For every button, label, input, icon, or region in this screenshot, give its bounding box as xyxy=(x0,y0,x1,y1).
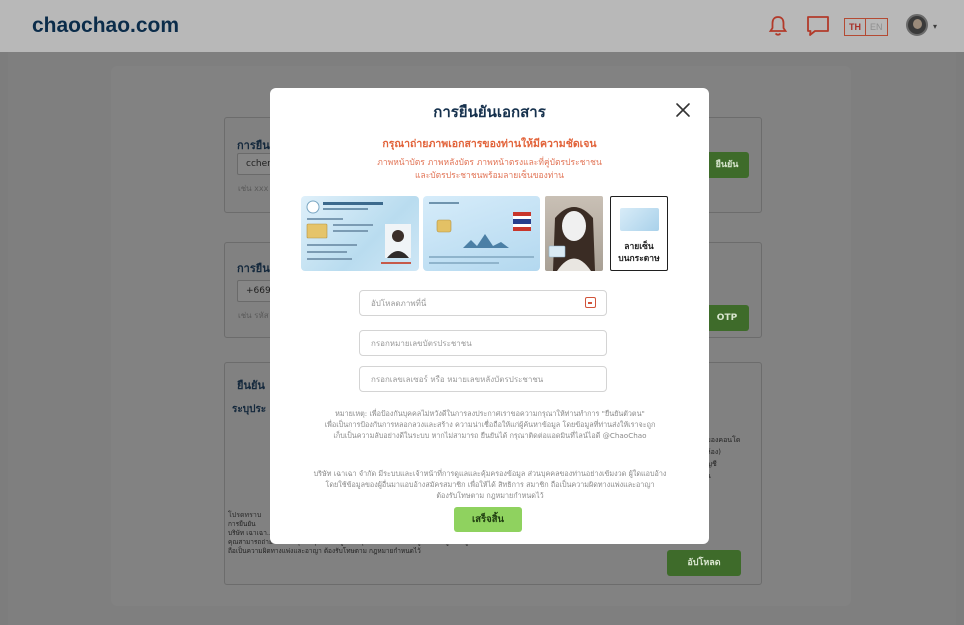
footer-line: ถือเป็นความผิดทางแพ่งและอาญา ต้องรับโทษต… xyxy=(228,547,421,555)
signature-label: ลายเซ็น บนกระดาษ xyxy=(611,241,667,265)
note-line: หมายเหตุ: เพื่อป้องกันบุคคลไม่หวังดีในกา… xyxy=(335,409,645,418)
selfie-with-id-example xyxy=(545,196,603,271)
chevron-down-icon[interactable]: ▾ xyxy=(933,22,937,31)
note-line: บริษัท เฉาเฉา จำกัด มีระบบและเจ้าหน้าที่… xyxy=(313,469,667,478)
panel-title-1: การยืน xyxy=(237,139,270,152)
close-icon[interactable] xyxy=(675,102,691,118)
modal-note-2: บริษัท เฉาเฉา จำกัด มีระบบและเจ้าหน้าที่… xyxy=(300,468,680,501)
panel-title-3: ยืนยัน xyxy=(237,379,265,392)
id-card-front-example xyxy=(301,196,419,271)
confirm-button[interactable]: ยืนยัน xyxy=(705,152,749,178)
note-line: เพื่อเป็นการป้องกันการหลอกลวงและสร้าง คว… xyxy=(324,420,656,429)
side-line: ของคอนโด xyxy=(706,436,741,444)
panel-subtitle-3: ระบุประ xyxy=(232,404,267,415)
chat-icon[interactable] xyxy=(806,14,830,38)
site-logo[interactable]: chaochao.com xyxy=(32,14,179,38)
note-line: ต้องรับโทษตาม กฎหมายกำหนดไว้ xyxy=(436,491,544,500)
modal-subtitle: กรุณาถ่ายภาพเอกสารของท่านให้มีความชัดเจน xyxy=(382,138,597,150)
lang-en-option[interactable]: EN xyxy=(866,19,887,35)
description-line: ภาพหน้าบัตร ภาพหลังบัตร ภาพหน้าตรงและที่… xyxy=(377,158,602,168)
id-card-back-illustration xyxy=(429,202,534,264)
description-line: และบัตรประชาชนพร้อมลายเซ็นของท่าน xyxy=(415,171,564,181)
otp-button[interactable]: OTP xyxy=(705,305,749,331)
language-switcher[interactable]: TH EN xyxy=(844,18,888,36)
phone-input[interactable]: +669 xyxy=(237,280,273,302)
id-card-front-illustration xyxy=(306,200,411,264)
signature-label-line: ลายเซ็น xyxy=(624,242,654,252)
lang-th-option[interactable]: TH xyxy=(845,19,866,35)
phone-hint: เช่น รหัส xyxy=(238,311,269,320)
top-header: chaochao.com TH EN ▾ xyxy=(0,0,964,52)
panel-title-2: การยืน xyxy=(237,262,270,275)
side-line: ห้อง) xyxy=(706,448,721,456)
email-hint: เช่น xxx xyxy=(238,184,269,193)
document-verification-modal: การยืนยันเอกสาร กรุณาถ่ายภาพเอกสารของท่า… xyxy=(270,88,709,544)
modal-note-1: หมายเหตุ: เพื่อป้องกันบุคคลไม่หวังดีในกา… xyxy=(300,408,680,441)
modal-title: การยืนยันเอกสาร xyxy=(433,103,546,121)
id-card-thumbnail xyxy=(620,208,659,231)
id-card-back-example xyxy=(423,196,540,271)
signature-label-line: บนกระดาษ xyxy=(618,254,660,264)
done-button[interactable]: เสร็จสิ้น xyxy=(454,507,522,532)
upload-button[interactable]: อัปโหลด xyxy=(667,550,741,576)
upload-image-field[interactable]: อัปโหลดภาพที่นี่ xyxy=(359,290,607,316)
image-upload-icon[interactable] xyxy=(585,297,596,308)
selfie-illustration xyxy=(548,207,595,271)
email-input[interactable]: ccher xyxy=(237,153,273,175)
modal-description: ภาพหน้าบัตร ภาพหลังบัตร ภาพหน้าตรงและที่… xyxy=(270,157,709,183)
user-avatar[interactable] xyxy=(906,14,928,36)
bell-icon[interactable] xyxy=(768,15,788,37)
note-line: เก็บเป็นความลับอย่างดีในระบบ หากไม่สามาร… xyxy=(333,431,647,440)
signature-paper-example: ลายเซ็น บนกระดาษ xyxy=(610,196,668,271)
laser-code-input[interactable]: กรอกเลขเลเซอร์ หรือ หมายเลขหลังบัตรประชา… xyxy=(359,366,607,392)
side-line: ญชี xyxy=(706,460,717,468)
note-line: โดยใช้ข้อมูลของผู้อื่นมาแอบอ้างสมัครสมาช… xyxy=(325,480,655,489)
id-number-input[interactable]: กรอกหมายเลขบัตรประชาชน xyxy=(359,330,607,356)
side-line: น xyxy=(706,470,740,482)
panel-side-text: ของคอนโด ห้อง) ญชี น xyxy=(706,434,740,482)
